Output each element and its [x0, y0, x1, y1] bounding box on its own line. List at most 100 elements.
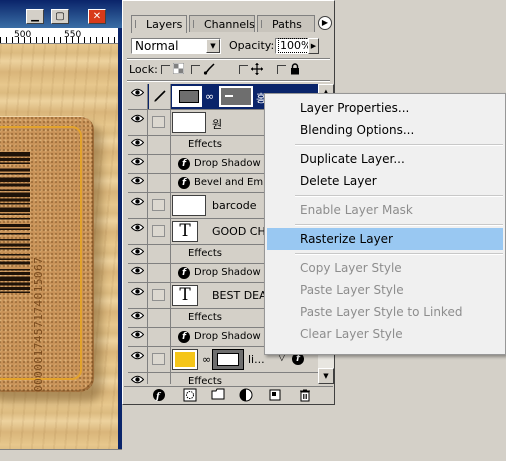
tab-paths[interactable]: Paths	[257, 15, 315, 32]
link-box	[152, 353, 165, 365]
layer-link-toggle[interactable]	[149, 193, 171, 218]
eye-icon[interactable]	[128, 84, 148, 109]
layer-link-toggle[interactable]	[149, 219, 171, 244]
barcode-bar	[0, 282, 30, 286]
layer-link-toggle[interactable]	[149, 283, 171, 308]
menu-item-copy-layer-style[interactable]: Copy Layer Style	[267, 257, 503, 279]
barcode-bar	[0, 254, 30, 256]
new-page-icon	[269, 389, 281, 401]
layer-thumbnail	[172, 195, 206, 216]
layer-name: li...	[248, 353, 265, 366]
link-column	[149, 245, 171, 263]
link-column	[149, 328, 171, 346]
eye-icon[interactable]	[128, 136, 148, 154]
trash-icon	[300, 389, 310, 402]
document-window: ▁ ▢ ✕ 500 550 0000017457174015067	[0, 0, 122, 461]
new-set-button[interactable]	[209, 388, 227, 404]
new-adjustment-layer-button[interactable]	[237, 388, 255, 404]
barcode-bar	[0, 198, 30, 202]
menu-item-blending-options[interactable]: Blending Options...	[267, 119, 503, 141]
transparency-grid-icon	[172, 62, 185, 77]
eye-icon[interactable]	[128, 347, 148, 372]
eye-icon[interactable]	[128, 264, 148, 282]
folder-icon	[211, 388, 225, 400]
menu-item-layer-properties[interactable]: Layer Properties...	[267, 97, 503, 119]
menu-separator	[295, 195, 503, 197]
maximize-button[interactable]: ▢	[51, 9, 69, 24]
eye-icon[interactable]	[128, 155, 148, 173]
tab-label: Channels	[204, 18, 255, 31]
menu-item-duplicate-layer[interactable]: Duplicate Layer...	[267, 148, 503, 170]
add-layer-mask-button[interactable]	[181, 388, 199, 404]
link-box	[152, 199, 165, 211]
eye-icon[interactable]	[128, 283, 148, 308]
minimize-button[interactable]: ▁	[26, 9, 44, 24]
eye-icon[interactable]	[128, 193, 148, 218]
menu-item-paste-layer-style[interactable]: Paste Layer Style	[267, 279, 503, 301]
barcode-bar	[0, 239, 30, 241]
menu-item-delete-layer[interactable]: Delete Layer	[267, 170, 503, 192]
menu-item-paste-layer-style-to-linked[interactable]: Paste Layer Style to Linked	[267, 301, 503, 323]
lock-position-checkbox[interactable]	[239, 65, 248, 74]
menu-item-rasterize-layer[interactable]: Rasterize Layer	[267, 228, 503, 250]
lock-all-checkbox[interactable]	[277, 65, 286, 74]
link-column	[149, 174, 171, 192]
barcode-bar	[0, 269, 30, 271]
lock-image-pixels-checkbox[interactable]	[191, 65, 200, 74]
barcode-bar	[0, 218, 30, 220]
link-column	[149, 155, 171, 173]
barcode-image	[0, 152, 30, 293]
lock-row: Lock:	[129, 62, 329, 78]
link-box	[152, 225, 165, 237]
layer-name: barcode	[212, 199, 257, 212]
effects-row[interactable]: Effects	[128, 373, 318, 384]
padlock-icon	[290, 63, 300, 78]
layer-name: 원	[212, 118, 223, 131]
palette-tabs: Layers Channels Paths	[127, 15, 332, 33]
layer-link-toggle[interactable]	[149, 110, 171, 135]
blend-mode-select[interactable]: Normal ▼	[131, 38, 221, 54]
barcode-digits: 0000017457174015067	[32, 256, 45, 392]
menu-separator	[295, 144, 503, 146]
link-box	[152, 116, 165, 128]
eye-icon[interactable]	[128, 174, 148, 192]
tab-layers[interactable]: Layers	[131, 15, 187, 33]
eye-icon[interactable]	[128, 309, 148, 327]
layer-context-menu: Layer Properties... Blending Options... Du…	[264, 93, 506, 355]
lock-transparency-checkbox[interactable]	[161, 65, 170, 74]
layer-mask-thumbnail	[212, 349, 244, 370]
barcode-bar	[0, 228, 30, 230]
layer-thumbnail	[172, 112, 206, 133]
menu-item-clear-layer-style[interactable]: Clear Layer Style	[267, 323, 503, 345]
effects-label: Effects	[188, 376, 222, 384]
palette-menu-button[interactable]: ▶	[318, 16, 332, 30]
delete-layer-button[interactable]	[296, 388, 314, 404]
menu-item-enable-layer-mask[interactable]: Enable Layer Mask	[267, 199, 503, 221]
document-title-bar[interactable]: ▁ ▢ ✕	[0, 0, 122, 28]
adjustment-circle-icon	[239, 388, 253, 402]
tab-grip-icon	[193, 20, 200, 28]
eye-icon[interactable]	[128, 328, 148, 346]
layer-thumbnail	[172, 86, 202, 107]
eye-icon[interactable]	[128, 373, 148, 384]
brush-icon[interactable]	[149, 84, 171, 109]
image-canvas[interactable]: 0000017457174015067	[0, 44, 118, 449]
opacity-slider-button[interactable]: ▶	[308, 38, 319, 54]
close-button[interactable]: ✕	[88, 9, 106, 24]
barcode-bar	[0, 152, 30, 157]
add-layer-style-button[interactable]: f	[150, 388, 168, 404]
layer-link-toggle[interactable]	[149, 347, 171, 372]
eye-icon[interactable]	[128, 219, 148, 244]
eye-icon[interactable]	[128, 245, 148, 263]
new-layer-button[interactable]	[266, 388, 284, 404]
tab-channels[interactable]: Channels	[189, 15, 255, 32]
link-column	[149, 309, 171, 327]
barcode-bar	[0, 189, 30, 191]
barcode-bar	[0, 233, 30, 235]
barcode-bar	[0, 258, 30, 260]
layer-mask-thumbnail	[219, 86, 253, 107]
scroll-down-arrow-icon[interactable]: ▼	[318, 368, 334, 384]
eye-icon[interactable]	[128, 110, 148, 135]
effect-name: Drop Shadow	[194, 267, 261, 278]
ruler-ticks	[0, 37, 118, 43]
